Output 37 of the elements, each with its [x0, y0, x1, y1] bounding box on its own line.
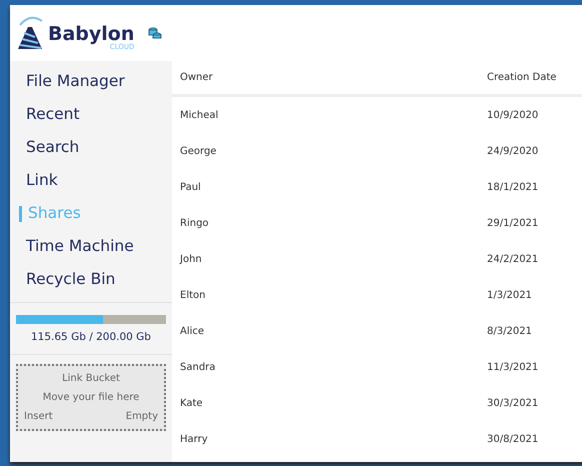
table-cell-text: Paul	[179, 180, 202, 194]
table-cell-text: George	[179, 144, 218, 158]
column-header[interactable]: Owner	[172, 70, 487, 85]
table-cell-text: 18/1/2021	[487, 180, 538, 194]
table-cell-text: Elton	[179, 288, 206, 302]
table-cell-text: Sandra	[179, 360, 216, 374]
sidebar-item[interactable]: File Manager	[10, 65, 172, 98]
table-cell-text: 29/1/2021	[487, 216, 538, 230]
logo-icon	[18, 15, 44, 51]
insert-link[interactable]: Insert	[24, 408, 53, 424]
empty-link[interactable]: Empty	[126, 408, 158, 424]
table-cell-text: Micheal	[179, 108, 220, 122]
bucket-hint: Move your file here	[42, 390, 140, 405]
link-bucket[interactable]: Link Bucket Move your file here Insert Empty	[16, 364, 166, 431]
table-cell-text: 24/2/2021	[487, 252, 538, 266]
logo-text: Babylon	[48, 25, 134, 44]
table-cell-text: Alice	[179, 324, 206, 338]
column-header[interactable]: Creation Date	[487, 70, 556, 85]
table-cell-text: 30/3/2021	[487, 396, 538, 410]
table-cell-text: 10/9/2020	[487, 108, 538, 122]
database-icon	[148, 26, 162, 40]
sidebar-item[interactable]: Time Machine	[10, 230, 172, 263]
sidebar-item[interactable]: Link	[10, 164, 172, 197]
table-cell-text: 30/8/2021	[487, 432, 538, 446]
table-cell-text: 8/3/2021	[487, 324, 532, 338]
sidebar-item[interactable]: Search	[10, 131, 172, 164]
table-cell-text: John	[178, 252, 203, 266]
table-cell-text: 24/9/2020	[487, 144, 538, 158]
sidebar-item[interactable]: Recycle Bin	[10, 263, 172, 296]
table-cell-text: 11/3/2021	[487, 360, 538, 374]
table-cell-text: Ringo	[179, 216, 210, 230]
table-cell-text: 1/3/2021	[487, 288, 532, 302]
table-cell-text: Kate	[179, 396, 204, 410]
storage-reading: 115.65 Gb / 200.00 Gb	[30, 330, 152, 345]
bucket-title: Link Bucket	[61, 372, 121, 386]
table-cell-text: Harry	[179, 432, 209, 446]
sidebar-item[interactable]: Recent	[10, 98, 172, 131]
